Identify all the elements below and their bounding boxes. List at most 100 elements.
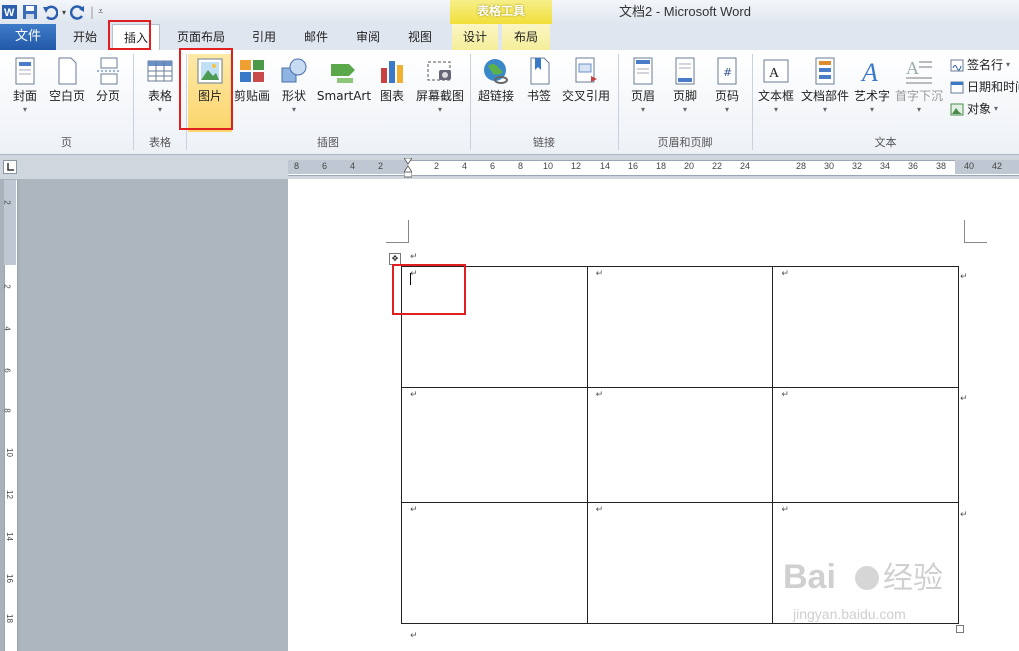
cell-end-mark: ↵ xyxy=(595,269,604,279)
bookmark-button[interactable]: 书签 xyxy=(522,54,556,132)
chevron-down-icon: ▾ xyxy=(1006,60,1011,69)
object-button[interactable]: 对象 ▾ xyxy=(950,99,998,119)
undo-dropdown-icon[interactable]: ▾ xyxy=(62,8,66,17)
cell-end-mark: ↵ xyxy=(781,269,789,279)
tab-home[interactable]: 开始 xyxy=(62,24,108,50)
chevron-down-icon: ▾ xyxy=(994,104,999,113)
text-box-icon: A xyxy=(761,56,791,86)
chevron-down-icon: ▾ xyxy=(22,105,27,114)
table-cell[interactable]: ↵ xyxy=(772,387,959,503)
page-number-icon: # xyxy=(712,56,742,86)
table-cell[interactable]: ↵ xyxy=(401,502,588,624)
tab-table-design[interactable]: 设计 xyxy=(452,24,498,50)
tab-table-layout[interactable]: 布局 xyxy=(502,24,550,50)
pages-group-label: 页 xyxy=(61,136,72,149)
smartart-icon xyxy=(329,56,359,86)
window-title: 文档2 - Microsoft Word xyxy=(619,4,751,19)
svg-text:A: A xyxy=(906,58,919,78)
redo-icon[interactable] xyxy=(69,4,86,20)
cell-end-mark: ↵ xyxy=(410,390,418,400)
tab-review[interactable]: 审阅 xyxy=(348,24,388,50)
svg-text:Bai: Bai xyxy=(783,558,836,596)
table-cell[interactable]: ↵ xyxy=(401,387,588,503)
table-cell[interactable]: ↵ xyxy=(772,266,959,388)
cell-end-mark: ↵ xyxy=(595,505,604,515)
calendar-icon xyxy=(950,80,964,94)
drop-cap-button[interactable]: A 首字下沉 ▾ xyxy=(894,54,944,132)
links-group-label: 链接 xyxy=(533,136,555,149)
clip-art-icon xyxy=(237,56,267,86)
signature-line-button[interactable]: 签名行 ▾ xyxy=(950,55,1010,75)
object-icon xyxy=(950,102,964,116)
cell-end-mark: ↵ xyxy=(781,505,789,515)
shapes-button[interactable]: 形状 ▾ xyxy=(276,54,312,132)
page-number-button[interactable]: # 页码 ▾ xyxy=(708,54,746,132)
shapes-icon xyxy=(279,56,309,86)
bookmark-icon xyxy=(524,56,554,86)
picture-button-highlight xyxy=(179,48,233,130)
indent-marker[interactable] xyxy=(403,157,413,178)
cross-reference-button[interactable]: 交叉引用 xyxy=(560,54,612,132)
row-end-mark: ↵ xyxy=(960,394,968,404)
screenshot-button[interactable]: 屏幕截图 ▾ xyxy=(412,54,468,132)
date-time-button[interactable]: 日期和时间 xyxy=(950,77,1019,97)
quick-parts-icon xyxy=(810,56,840,86)
table-cell[interactable]: ↵ xyxy=(586,502,774,624)
ruler-numbers: 8 6 4 2 2 4 6 8 10 12 14 16 18 20 22 24 … xyxy=(294,161,1003,171)
page-break-button[interactable]: 分页 xyxy=(90,54,126,132)
chevron-down-icon: ▾ xyxy=(437,105,442,114)
cell-end-mark: ↵ xyxy=(595,390,604,400)
customize-qat-icon[interactable]: ⩡ xyxy=(98,7,103,17)
chevron-down-icon: ▾ xyxy=(869,105,874,114)
insert-tab-highlight xyxy=(108,20,151,50)
cell-end-mark: ↵ xyxy=(781,390,789,400)
tab-page-layout[interactable]: 页面布局 xyxy=(170,24,232,50)
table-button[interactable]: 表格 ▾ xyxy=(140,54,180,132)
quick-access-toolbar: W ▾ | ⩡ xyxy=(2,3,103,21)
blank-page-icon xyxy=(52,56,82,86)
save-icon[interactable] xyxy=(22,4,38,20)
tab-file[interactable]: 文件 xyxy=(0,24,56,50)
cover-page-button[interactable]: 封面 ▾ xyxy=(6,54,44,132)
tab-references[interactable]: 引用 xyxy=(244,24,284,50)
svg-text:经验: 经验 xyxy=(883,561,943,596)
wordart-button[interactable]: A 艺术字 ▾ xyxy=(852,54,892,132)
footer-button[interactable]: 页脚 ▾ xyxy=(666,54,704,132)
table-row: ↵ ↵ ↵ xyxy=(401,387,959,503)
screenshot-icon xyxy=(425,56,455,86)
baidu-jingyan-watermark: Bai 经验 jingyan.baidu.com xyxy=(783,558,943,622)
tab-mailings[interactable]: 邮件 xyxy=(296,24,336,50)
hyperlink-button[interactable]: 超链接 xyxy=(474,54,518,132)
signature-icon xyxy=(950,58,964,72)
blank-page-button[interactable]: 空白页 xyxy=(46,54,88,132)
header-button[interactable]: 页眉 ▾ xyxy=(624,54,662,132)
word-app-icon[interactable]: W xyxy=(2,4,18,20)
canvas-left-margin xyxy=(20,179,288,651)
paragraph-mark: ↵ xyxy=(410,252,418,262)
header-icon xyxy=(628,56,658,86)
chevron-down-icon: ▾ xyxy=(682,105,687,114)
paragraph-mark: ↵ xyxy=(410,631,418,641)
chevron-down-icon: ▾ xyxy=(773,105,778,114)
text-group-label: 文本 xyxy=(874,136,897,149)
text-box-button[interactable]: A 文本框 ▾ xyxy=(756,54,796,132)
smartart-button[interactable]: SmartArt xyxy=(316,54,372,132)
globe-icon xyxy=(481,56,511,86)
quick-parts-button[interactable]: 文档部件 ▾ xyxy=(798,54,852,132)
table-icon xyxy=(145,56,175,86)
margin-corner-mark xyxy=(386,220,409,243)
cross-reference-icon xyxy=(571,56,601,86)
chevron-down-icon: ▾ xyxy=(822,105,827,114)
qat-separator: | xyxy=(90,5,95,19)
chevron-down-icon: ▾ xyxy=(291,105,296,114)
table-cell[interactable]: ↵ xyxy=(586,387,774,503)
chart-button[interactable]: 图表 xyxy=(374,54,410,132)
tab-selector[interactable] xyxy=(3,160,17,174)
margin-corner-mark xyxy=(964,220,987,243)
clip-art-button[interactable]: 剪贴画 xyxy=(233,54,271,132)
undo-icon[interactable] xyxy=(42,4,59,21)
tab-view[interactable]: 视图 xyxy=(400,24,440,50)
row-end-mark: ↵ xyxy=(960,272,968,282)
tables-group-label: 表格 xyxy=(149,136,171,149)
table-cell[interactable]: ↵ xyxy=(586,266,774,388)
